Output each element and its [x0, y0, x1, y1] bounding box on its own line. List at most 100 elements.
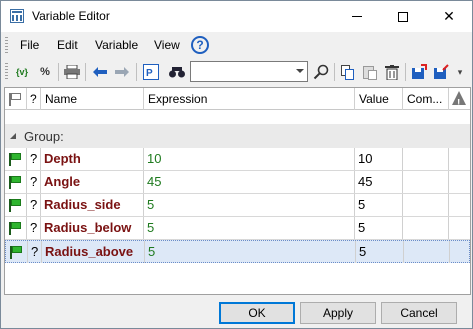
collapse-triangle-icon[interactable] [10, 133, 16, 139]
save-to-file-icon[interactable] [409, 62, 429, 82]
row-flag-cell[interactable] [5, 148, 27, 170]
flag-icon [9, 222, 21, 235]
grid-header: ? Name Expression Value Com... [5, 88, 470, 110]
undo-icon[interactable] [90, 62, 110, 82]
variable-name-cell[interactable]: Angle [41, 171, 144, 193]
find-icon[interactable] [167, 62, 187, 82]
value-cell: 45 [355, 171, 403, 193]
table-row[interactable]: ? Angle 45 45 [5, 171, 470, 194]
value-cell: 10 [355, 148, 403, 170]
title-bar[interactable]: Variable Editor ✕ [1, 1, 472, 32]
add-variable-icon[interactable]: {v} [12, 62, 32, 82]
column-header-warning[interactable] [449, 88, 470, 110]
print-icon[interactable] [62, 62, 82, 82]
table-row[interactable]: ? Radius_side 5 5 [5, 194, 470, 217]
expression-cell[interactable]: 45 [144, 171, 355, 193]
expression-cell[interactable]: 5 [145, 241, 356, 263]
menu-view[interactable]: View [154, 38, 180, 52]
column-header-value[interactable]: Value [355, 88, 403, 110]
row-flag-cell[interactable] [5, 217, 27, 239]
close-icon: ✕ [443, 8, 455, 24]
column-header-expression[interactable]: Expression [144, 88, 355, 110]
comment-cell[interactable] [403, 194, 449, 216]
group-label: Group: [24, 129, 64, 144]
row-q-cell[interactable]: ? [27, 171, 41, 193]
variable-name-cell[interactable]: Radius_side [41, 194, 144, 216]
variable-grid: ? Name Expression Value Com... Group: ? … [4, 87, 471, 295]
toolbar-separator [405, 63, 406, 81]
menubar-grip[interactable] [5, 37, 8, 54]
menu-variable[interactable]: Variable [95, 38, 138, 52]
comment-cell[interactable] [403, 217, 449, 239]
chevron-down-icon[interactable] [296, 69, 304, 73]
toolbar-separator [58, 63, 59, 81]
comment-cell[interactable] [404, 241, 450, 263]
load-from-file-icon[interactable] [431, 62, 451, 82]
flag-icon [9, 176, 21, 189]
expression-cell[interactable]: 5 [144, 194, 355, 216]
menu-edit[interactable]: Edit [57, 38, 78, 52]
equation-mode-icon[interactable]: P [141, 62, 161, 82]
redo-icon[interactable] [112, 62, 132, 82]
row-q-cell[interactable]: ? [27, 194, 41, 216]
table-row-selected[interactable]: ? Radius_above 5 5 [5, 240, 470, 263]
row-q-cell[interactable]: ? [27, 217, 41, 239]
flag-icon [9, 93, 21, 106]
search-combo[interactable] [190, 61, 308, 82]
value-cell: 5 [355, 194, 403, 216]
column-header-q[interactable]: ? [27, 88, 41, 110]
cancel-button[interactable]: Cancel [381, 302, 457, 324]
warning-cell [450, 241, 470, 263]
toolbar-separator [334, 63, 335, 81]
flag-icon [10, 246, 22, 259]
toolbar-overflow-icon[interactable]: ▾ [453, 62, 467, 82]
column-header-flag[interactable] [5, 88, 27, 110]
variable-editor-app-icon [10, 9, 24, 23]
add-function-icon[interactable]: % [35, 62, 55, 82]
close-button[interactable]: ✕ [426, 1, 472, 32]
variable-name-cell[interactable]: Radius_below [41, 217, 144, 239]
copy-icon[interactable] [338, 62, 358, 82]
help-icon[interactable]: ? [191, 36, 209, 54]
row-flag-cell[interactable] [5, 194, 27, 216]
minimize-icon [352, 16, 362, 17]
delete-icon[interactable] [382, 62, 402, 82]
menu-bar: File Edit Variable View ? [1, 32, 472, 58]
row-q-cell[interactable]: ? [27, 148, 41, 170]
paste-icon[interactable] [360, 62, 380, 82]
comment-cell[interactable] [403, 148, 449, 170]
row-flag-cell[interactable] [6, 241, 28, 263]
row-flag-cell[interactable] [5, 171, 27, 193]
search-icon[interactable] [311, 62, 331, 82]
variable-editor-window: Variable Editor ✕ File Edit Variable Vie… [0, 0, 473, 329]
variable-name-cell[interactable]: Radius_above [42, 241, 145, 263]
group-row[interactable]: Group: [5, 124, 470, 148]
table-row[interactable]: ? Radius_below 5 5 [5, 217, 470, 240]
svg-text:P: P [146, 68, 153, 79]
column-header-name[interactable]: Name [41, 88, 144, 110]
comment-cell[interactable] [403, 171, 449, 193]
flag-icon [9, 153, 21, 166]
table-row[interactable]: ? Depth 10 10 [5, 148, 470, 171]
warning-cell [449, 194, 470, 216]
ok-button[interactable]: OK [219, 302, 295, 324]
value-cell: 5 [355, 217, 403, 239]
window-title: Variable Editor [32, 9, 110, 23]
maximize-button[interactable] [380, 1, 426, 32]
menu-file[interactable]: File [20, 38, 39, 52]
warning-icon [452, 91, 466, 110]
expression-cell[interactable]: 10 [144, 148, 355, 170]
toolbar-separator [85, 63, 86, 81]
toolbar: {v} % P ▾ [1, 58, 472, 86]
warning-cell [449, 148, 470, 170]
row-q-cell[interactable]: ? [28, 241, 42, 263]
minimize-button[interactable] [334, 1, 380, 32]
toolbar-grip[interactable] [5, 63, 8, 81]
variable-name-cell[interactable]: Depth [41, 148, 144, 170]
flag-icon [9, 199, 21, 212]
warning-cell [449, 217, 470, 239]
apply-button[interactable]: Apply [300, 302, 376, 324]
expression-cell[interactable]: 5 [144, 217, 355, 239]
column-header-comment[interactable]: Com... [403, 88, 449, 110]
toolbar-separator [136, 63, 137, 81]
